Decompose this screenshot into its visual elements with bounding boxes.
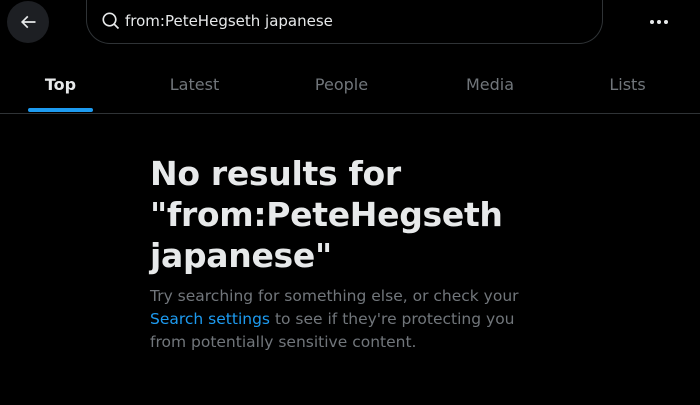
tab-top[interactable]: Top	[0, 56, 121, 113]
tab-lists[interactable]: Lists	[565, 56, 690, 113]
empty-state: No results for "from:PeteHegseth japanes…	[150, 153, 570, 354]
search-header	[0, 0, 700, 50]
title-line: No results for	[150, 154, 401, 193]
tab-media[interactable]: Media	[415, 56, 565, 113]
tab-label: Latest	[169, 75, 220, 94]
tab-label: People	[314, 75, 369, 94]
arrow-left-icon	[20, 15, 36, 29]
search-results-page: Top Latest People Media Lists No results…	[0, 0, 700, 405]
more-horizontal-icon-dot	[657, 20, 661, 24]
active-tab-indicator	[28, 108, 93, 112]
search-box[interactable]	[86, 0, 603, 44]
search-tabs: Top Latest People Media Lists	[0, 56, 700, 114]
title-line: "from:PeteHegseth	[150, 195, 503, 234]
more-horizontal-icon	[650, 20, 654, 24]
empty-state-title: No results for "from:PeteHegseth japanes…	[150, 153, 570, 276]
tab-label: Top	[44, 75, 77, 94]
description-text: Try searching for something else, or che…	[150, 287, 519, 305]
tab-people[interactable]: People	[268, 56, 415, 113]
tab-latest[interactable]: Latest	[121, 56, 268, 113]
more-horizontal-icon-dot	[664, 20, 668, 24]
back-button[interactable]	[7, 1, 49, 43]
tab-label: Media	[465, 75, 515, 94]
search-input[interactable]	[125, 8, 585, 34]
more-options-button[interactable]	[640, 4, 678, 40]
tab-label: Lists	[609, 75, 646, 94]
search-settings-link[interactable]: Search settings	[150, 310, 270, 328]
search-icon	[102, 12, 120, 30]
title-line: japanese"	[150, 236, 332, 275]
empty-state-description: Try searching for something else, or che…	[150, 285, 540, 354]
